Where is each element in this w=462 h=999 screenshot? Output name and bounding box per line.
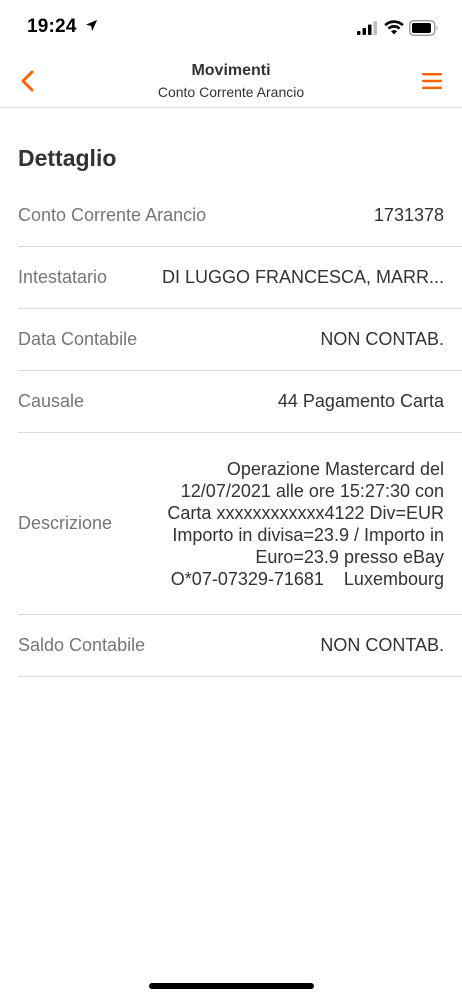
detail-value: NON CONTAB. [320, 329, 444, 349]
detail-label: Data Contabile [18, 329, 138, 349]
detail-value-description: Operazione Mastercard del 12/07/2021 all… [154, 458, 462, 590]
detail-value: 44 Pagamento Carta [277, 391, 444, 411]
detail-label: Conto Corrente Arancio [18, 205, 207, 225]
page-title: Movimenti [191, 62, 271, 79]
menu-button[interactable] [418, 68, 446, 96]
battery-icon [409, 20, 438, 36]
description-line: 12/07/2021 alle ore 15:27:30 con [180, 480, 444, 501]
detail-label: Saldo Contabile [18, 635, 146, 655]
detail-label: Intestatario [18, 267, 108, 287]
detail-row-description: Descrizione Operazione Mastercard del 12… [18, 433, 462, 615]
detail-row-balance: Saldo Contabile NON CONTAB. [18, 615, 462, 677]
description-line: Operazione Mastercard del [226, 458, 444, 479]
section-title: Dettaglio [18, 145, 117, 171]
detail-row-account: Conto Corrente Arancio 1731378 [18, 185, 462, 247]
description-line: Carta xxxxxxxxxxxx4122 Div=EUR [167, 502, 444, 523]
page-subtitle: Conto Corrente Arancio [157, 84, 305, 100]
status-bar: 19:24 [0, 0, 462, 56]
detail-value: DI LUGGO FRANCESCA, MARR... [161, 267, 444, 287]
description-line: Euro=23.9 presso eBay [255, 546, 444, 567]
detail-label: Descrizione [18, 513, 113, 533]
detail-list: Conto Corrente Arancio 1731378 Intestata… [18, 185, 462, 677]
location-arrow-icon [85, 19, 98, 32]
cellular-signal-icon [357, 21, 377, 35]
status-time: 19:24 [27, 16, 77, 37]
hamburger-menu-icon [422, 73, 442, 90]
detail-value: 1731378 [373, 205, 444, 225]
wifi-icon [384, 20, 404, 35]
detail-row-holder: Intestatario DI LUGGO FRANCESCA, MARR... [18, 247, 462, 309]
home-indicator[interactable] [149, 983, 314, 989]
description-line: Importo in divisa=23.9 / Importo in [172, 524, 444, 545]
detail-value: NON CONTAB. [320, 635, 444, 655]
detail-label: Causale [18, 391, 85, 411]
detail-row-reason: Causale 44 Pagamento Carta [18, 371, 462, 433]
detail-row-accounting-date: Data Contabile NON CONTAB. [18, 309, 462, 371]
description-line: O*07-07329-71681 Luxembourg [170, 568, 444, 589]
navigation-header: Movimenti Conto Corrente Arancio [0, 56, 462, 108]
